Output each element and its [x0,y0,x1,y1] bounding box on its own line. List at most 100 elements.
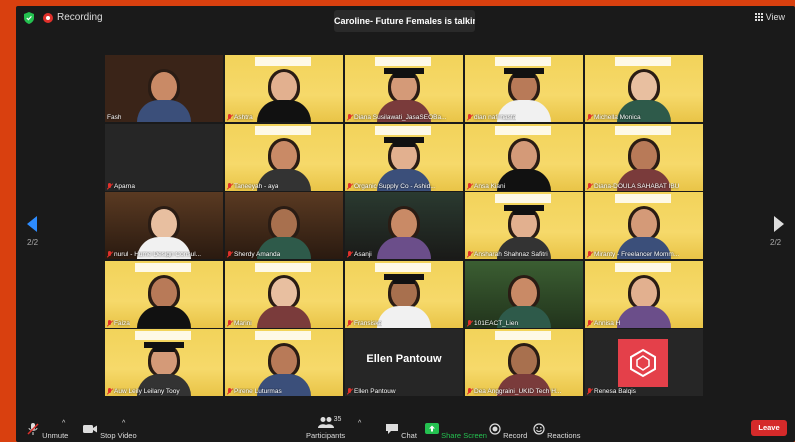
participants-icon [317,417,334,428]
video-options-caret[interactable]: ^ [122,420,125,427]
participant-tile[interactable]: Ellen Pantouw Ellen Pantouw [345,329,463,396]
previous-page-button[interactable]: 2/2 [27,216,38,247]
participant-tile[interactable]: Fransiska [345,260,463,328]
participant-name-tag: Miranty - Freelancer Momm... [587,251,679,258]
chat-label: Chat [401,431,417,440]
record-icon [489,423,501,435]
arrow-left-icon [27,216,37,232]
muted-mic-icon [587,319,592,327]
muted-mic-icon [467,182,472,190]
participant-name: Faiza [114,319,130,327]
participant-tile[interactable]: Annisa H [585,260,703,328]
participant-name-tag: Marini [227,319,252,327]
participant-name: Taneeyah - aya [234,182,279,190]
participant-name-tag: Annisa H [587,319,621,327]
participants-button[interactable]: 35 Participants [306,416,345,440]
audio-options-caret[interactable]: ^ [62,420,65,427]
muted-microphone-icon [27,423,39,435]
participant-tile[interactable]: Renesa Balqis [585,329,703,396]
brand-banner [495,331,551,340]
participant-tile[interactable]: Asanji [345,192,463,259]
participant-tile[interactable]: dian nafi hasfa [465,55,583,122]
participant-name: Fash [107,114,122,121]
participant-tile[interactable]: Ansharah Shahnaz Safitri [465,192,583,259]
zoom-meeting-window: Recording Caroline- Future Females is ta… [16,6,795,442]
participant-video [137,272,191,328]
participants-options-caret[interactable]: ^ [358,420,361,427]
view-label: View [765,12,785,22]
participant-name: Annisa H [594,319,621,327]
participant-name: Ashtra [234,114,253,121]
muted-mic-icon [467,114,472,121]
muted-mic-icon [107,251,112,258]
muted-mic-icon [227,251,232,258]
participant-name-tag: Ansa Kiani [467,182,506,190]
arrow-right-icon [774,216,784,232]
muted-mic-icon [347,251,352,258]
participant-name-tag: Ellen Pantouw [347,388,396,395]
participant-video [257,272,311,328]
participant-tile[interactable]: Faiza [105,260,223,328]
view-button[interactable]: View [754,12,785,22]
security-shield-icon[interactable] [24,12,34,24]
participant-video [377,272,431,328]
participant-name: Michella Monica [594,114,641,121]
chat-button[interactable]: Chat [385,423,417,440]
participant-tile[interactable]: Pirene Luturmas [225,329,343,396]
video-camera-icon [83,425,97,433]
stop-video-button[interactable]: Stop Video [82,423,137,440]
participant-video [617,272,671,328]
participant-tile[interactable]: Diana-DOULA SAHABAT IBU [585,123,703,191]
participant-name-tag: Dea Anggraini_UKID Tech H... [467,388,561,395]
share-screen-button[interactable]: Share Screen [425,423,487,440]
participant-tile[interactable]: Ashtra [225,55,343,122]
reactions-button[interactable]: Reactions [533,423,580,440]
reactions-smiley-icon [533,423,545,435]
participant-tile[interactable]: Taneeyah - aya [225,123,343,191]
participant-tile[interactable]: Michella Monica [585,55,703,122]
brand-banner [615,125,671,135]
participant-tile[interactable]: 101EACT_Lien [465,260,583,328]
participant-tile[interactable]: Sherdy Amanda [225,192,343,259]
brand-banner [255,331,311,340]
participant-name-tag: Diana-DOULA SAHABAT IBU [587,182,680,190]
participant-tile[interactable]: Miranty - Freelancer Momm... [585,192,703,259]
participant-tile[interactable]: Marini [225,260,343,328]
participant-name: Organic Supply Co - Ashid... [354,182,436,190]
muted-mic-icon [107,388,112,395]
unmute-label: Unmute [42,431,69,440]
participant-tile[interactable]: Fash [105,55,223,122]
leave-meeting-button[interactable]: Leave [751,420,787,436]
stop-video-label: Stop Video [100,431,137,440]
muted-mic-icon [227,388,232,395]
participant-name: Ellen Pantouw [354,388,396,395]
participant-name-tag: Renesa Balqis [587,388,636,395]
next-page-button[interactable]: 2/2 [770,216,784,247]
participant-tile[interactable]: Aparna [105,123,223,191]
participant-name: Marini [234,319,252,327]
participant-tile[interactable]: Diana Susilawati_JasaSEOBa... [345,55,463,122]
participant-tile[interactable]: Dea Anggraini_UKID Tech H... [465,329,583,396]
participant-name: Renesa Balqis [594,388,636,395]
participant-name-tag: Auw Leily Leilany Tooy [107,388,180,395]
participant-name: Diana-DOULA SAHABAT IBU [594,182,680,190]
participant-name: Ansa Kiani [474,182,506,190]
participant-tile[interactable]: nurul - Hume Design Consul... [105,192,223,259]
page-indicator-left: 2/2 [27,238,39,247]
participant-tile[interactable]: Ansa Kiani [465,123,583,191]
recording-icon[interactable] [43,13,53,23]
muted-mic-icon [227,319,232,327]
muted-mic-icon [467,388,472,395]
participant-tile[interactable]: Organic Supply Co - Ashid... [345,123,463,191]
participant-display-name: Ellen Pantouw [366,353,442,365]
participant-tile[interactable]: Auw Leily Leilany Tooy [105,329,223,396]
participant-name: Auw Leily Leilany Tooy [114,388,180,395]
participant-video [497,135,551,191]
brand-banner [375,125,431,135]
participant-name-tag: 101EACT_Lien [467,319,518,327]
record-button[interactable]: Record [489,423,527,440]
share-screen-label: Share Screen [441,431,487,440]
muted-mic-icon [467,251,472,258]
gallery-grid: Fash Ashtra Diana Susilawati_JasaSEOBa... d… [105,55,703,396]
participant-name-tag: Ashtra [227,114,253,121]
